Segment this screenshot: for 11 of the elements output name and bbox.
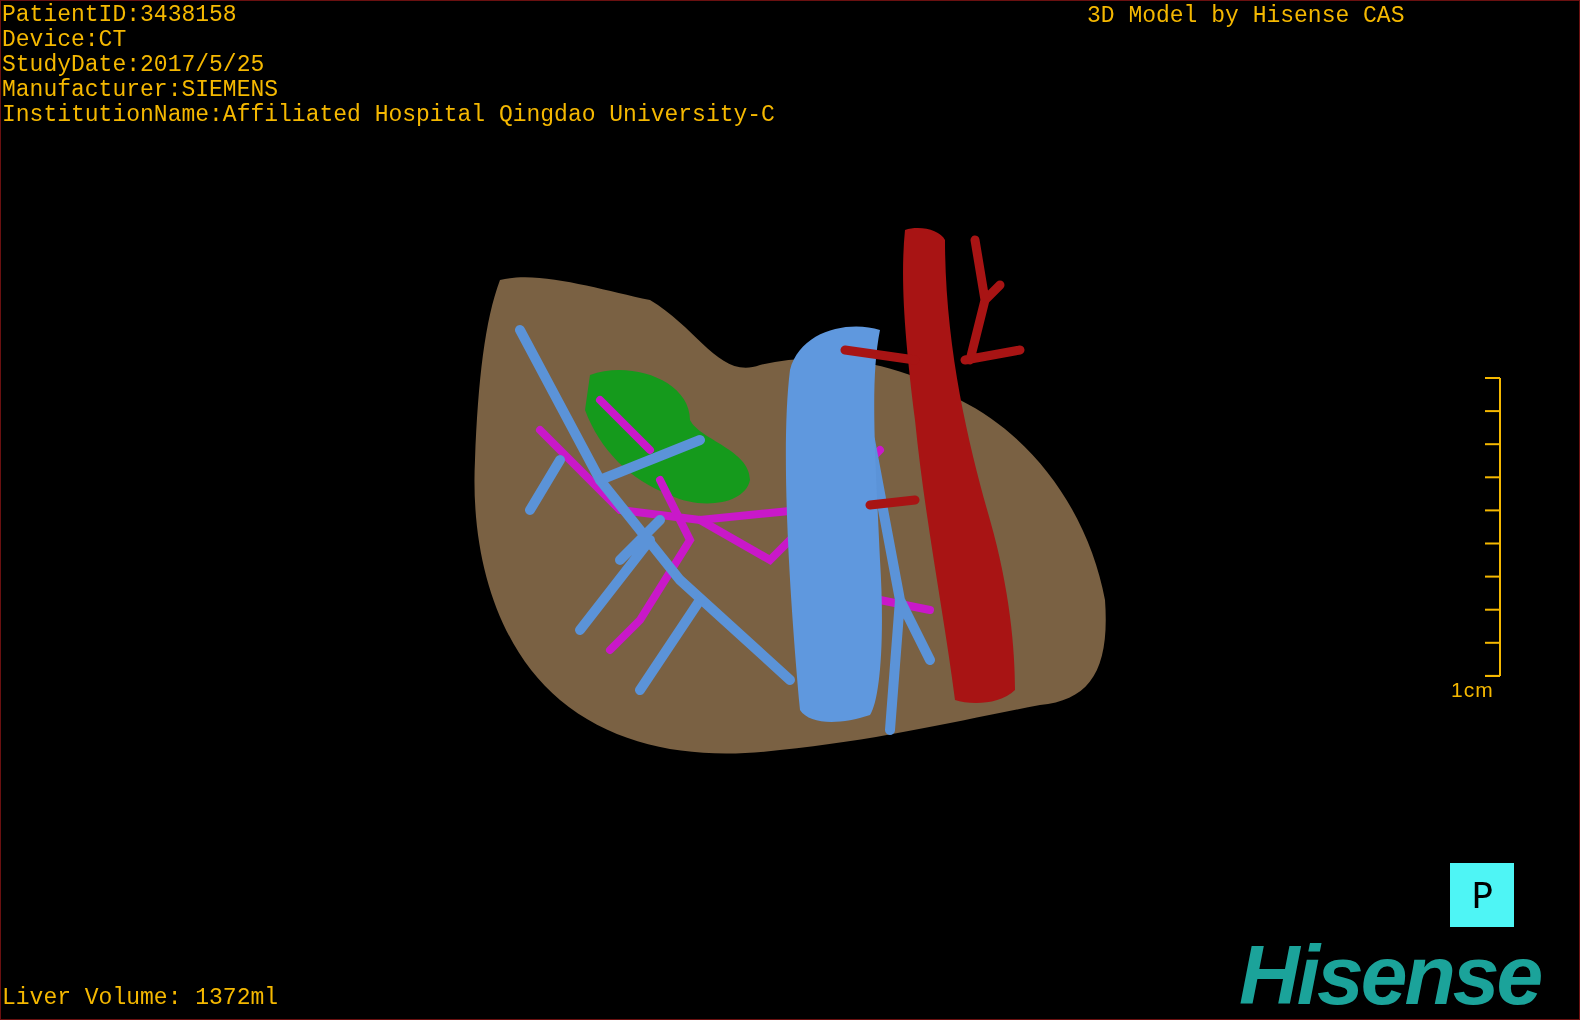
patient-info-text: PatientID:3438158: [2, 3, 238, 28]
orientation-button[interactable]: P: [1450, 863, 1514, 927]
scale-bar-icon: [1483, 377, 1503, 677]
viewer-title: 3D Model by Hisense CAS: [1087, 4, 1405, 29]
patient-info-text: InstitutionName:Affiliated Hospital Qingdao University-C: [2, 103, 775, 128]
scale-label: 1cm: [1451, 679, 1494, 701]
patient-info-text: StudyDate:2017/5/25: [2, 53, 266, 78]
patient-info-text: Manufacturer:SIEMENS: [2, 78, 280, 103]
patient-info-text: Device:CT: [2, 28, 128, 53]
liver-volume-text: Liver Volume: 1372ml: [2, 986, 279, 1011]
brand-logo: Hisense: [1239, 935, 1541, 1015]
